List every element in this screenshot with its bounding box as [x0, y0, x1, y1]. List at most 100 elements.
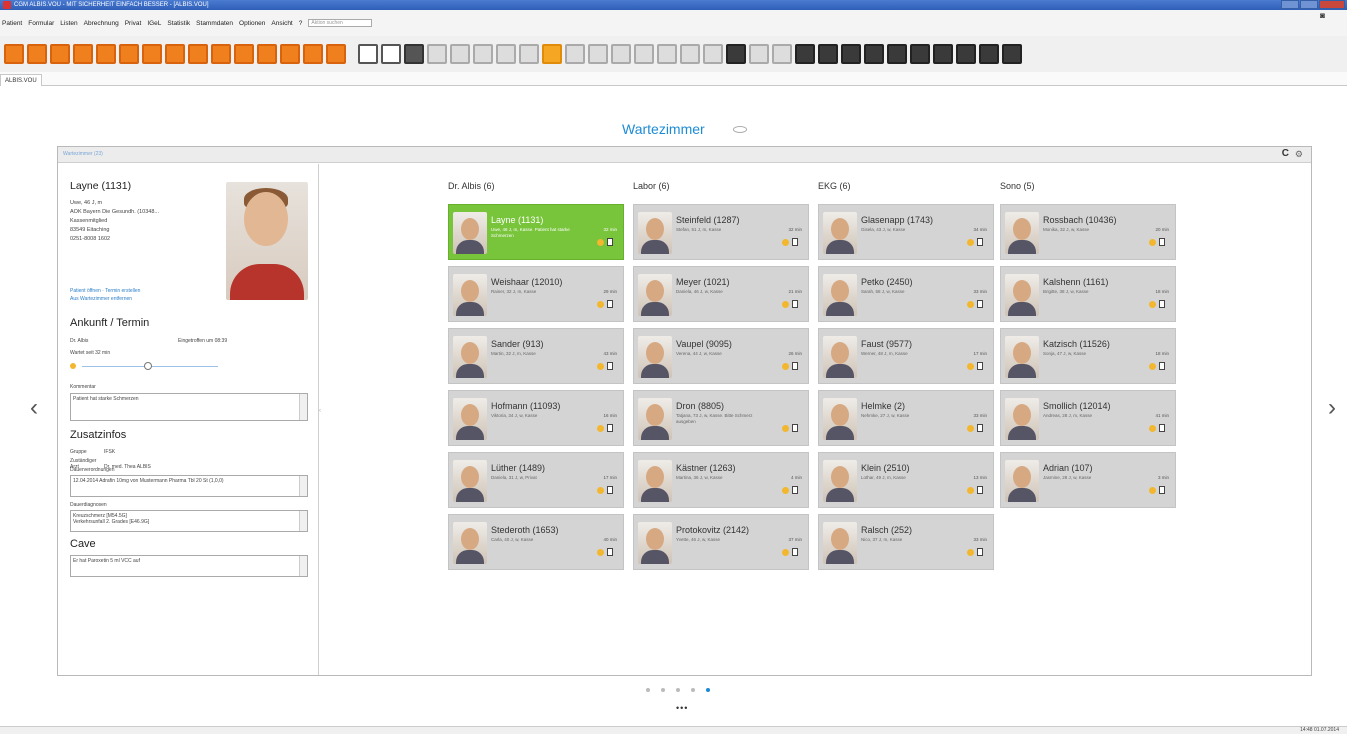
action-search-input[interactable]: Aktion suchen [308, 19, 373, 27]
doc-icon[interactable] [1159, 238, 1165, 246]
grid-icon[interactable] [795, 44, 815, 64]
doc-list-icon[interactable] [50, 44, 70, 64]
doc-icon[interactable] [792, 548, 798, 556]
text-ab-icon[interactable] [565, 44, 585, 64]
form-2-icon[interactable] [473, 44, 493, 64]
window-max-icon[interactable] [404, 44, 424, 64]
form-1-icon[interactable] [450, 44, 470, 64]
patient-card[interactable]: Meyer (1021) Daniela, 46 J, w, Kasse 21 mi… [633, 266, 809, 322]
help-icon[interactable]: ◙ [1320, 11, 1325, 20]
reload-icon[interactable]: C [1282, 148, 1289, 159]
menu-ansicht[interactable]: Ansicht [271, 20, 292, 27]
doc-icon[interactable] [977, 362, 983, 370]
calendar-icon[interactable] [119, 44, 139, 64]
doc-icon[interactable] [977, 486, 983, 494]
printer-icon[interactable] [496, 44, 516, 64]
patient-card[interactable]: Kästner (1263) Martina, 36 J, w, Kasse 4 m… [633, 452, 809, 508]
image-icon[interactable] [864, 44, 884, 64]
patient-card[interactable]: Petko (2450) Sarah, 58 J, w, Kasse 33 min [818, 266, 994, 322]
form-5-icon[interactable] [657, 44, 677, 64]
sheet-icon[interactable] [358, 44, 378, 64]
patient-card[interactable]: Steinfeld (1287) Stefan, 51 J, m, Kasse 32… [633, 204, 809, 260]
wait-slider[interactable] [70, 362, 220, 370]
patient-card[interactable]: Helmke (2) Nehmke, 27 J, w, Kasse 33 min [818, 390, 994, 446]
page-dot[interactable] [646, 688, 650, 692]
menu-privat[interactable]: Privat [125, 20, 142, 27]
patient-card[interactable]: Ralsch (252) Nico, 37 J, m, Kasse 33 min [818, 514, 994, 570]
patient-card[interactable]: Rossbach (10436) Monika, 32 J, w, Kasse 20… [1000, 204, 1176, 260]
doc-icon[interactable] [792, 362, 798, 370]
doc-icon[interactable] [792, 300, 798, 308]
doc-icon[interactable] [977, 424, 983, 432]
patient-card[interactable]: Glasenapp (1743) Gisela, 43 J, w, Kasse 34… [818, 204, 994, 260]
doc-icon[interactable] [792, 238, 798, 246]
db-icon[interactable] [887, 44, 907, 64]
chart-bar-icon[interactable] [280, 44, 300, 64]
pill-icon[interactable] [73, 44, 93, 64]
comment-field[interactable]: Patient hat starke Schmerzen [70, 393, 308, 421]
clock-2-icon[interactable] [841, 44, 861, 64]
patient-card[interactable]: Stederoth (1653) Carla, 40 J, w, Kasse 40 … [448, 514, 624, 570]
doc-icon[interactable] [607, 548, 613, 556]
patient-card[interactable]: Faust (9577) Werner, 48 J, m, Kasse 17 min [818, 328, 994, 384]
gear-icon[interactable]: ⚙ [1295, 149, 1303, 160]
splitter-handle[interactable]: ‹ [319, 408, 321, 414]
patient-card[interactable]: Kalshenn (1161) Brigitte, 38 J, w, Kasse 1… [1000, 266, 1176, 322]
form-9-icon[interactable] [772, 44, 792, 64]
menu-stammdaten[interactable]: Stammdaten [196, 20, 233, 27]
form-6-icon[interactable] [680, 44, 700, 64]
doc-icon[interactable] [1159, 424, 1165, 432]
doc-new-icon[interactable] [4, 44, 24, 64]
doc-icon[interactable] [607, 238, 613, 246]
menu-listen[interactable]: Listen [60, 20, 77, 27]
menu-patient[interactable]: Patient [2, 20, 22, 27]
drop-icon[interactable] [1002, 44, 1022, 64]
open-patient-link[interactable]: Patient öffnen · Termin erstellen [70, 287, 220, 295]
text-a-icon[interactable] [542, 44, 562, 64]
form-10-icon[interactable] [818, 44, 838, 64]
form-4-icon[interactable] [634, 44, 654, 64]
form-3-icon[interactable] [611, 44, 631, 64]
scrollbar[interactable] [299, 556, 307, 576]
doc-icon[interactable] [792, 486, 798, 494]
search-doc-icon[interactable] [519, 44, 539, 64]
patient-card[interactable]: Weishaar (12010) Rainer, 32 J, m, Kasse 29… [448, 266, 624, 322]
menu-formular[interactable]: Formular [28, 20, 54, 27]
dauer-field[interactable]: 12.04.2014 Adrafin 10mg von Mustermann P… [70, 475, 308, 497]
menu-help[interactable]: ? [299, 20, 303, 27]
scrollbar[interactable] [299, 476, 307, 496]
p-card-icon[interactable] [749, 44, 769, 64]
tab-albis-vou[interactable]: ALBIS.VOU [0, 74, 42, 86]
patient-card[interactable]: Hofmann (11093) Viktoria, 34 J, w, Kasse 1… [448, 390, 624, 446]
menu-statistik[interactable]: Statistik [167, 20, 190, 27]
maximize-button[interactable] [1300, 0, 1318, 9]
doc-icon[interactable] [977, 238, 983, 246]
form-8-icon[interactable] [726, 44, 746, 64]
cave-field[interactable]: Er hat Paroxetin 5 ml VCC auf [70, 555, 308, 577]
doc-icon[interactable] [607, 486, 613, 494]
slider-knob[interactable] [144, 362, 152, 370]
doc-icon[interactable] [1159, 300, 1165, 308]
folder-icon[interactable] [27, 44, 47, 64]
crosshair-icon[interactable] [427, 44, 447, 64]
scale-icon[interactable] [96, 44, 116, 64]
doc-icon[interactable] [977, 300, 983, 308]
refresh-icon[interactable] [188, 44, 208, 64]
scrollbar[interactable] [299, 511, 307, 531]
calc-icon[interactable] [257, 44, 277, 64]
doc-icon[interactable] [607, 362, 613, 370]
doc-icon[interactable] [607, 300, 613, 308]
chart-icon[interactable] [234, 44, 254, 64]
form-7-icon[interactable] [703, 44, 723, 64]
page-dot[interactable] [691, 688, 695, 692]
doc-icon[interactable] [1159, 362, 1165, 370]
patient-card[interactable]: Lüther (1489) Daniela, 31 J, w, Privat 17 … [448, 452, 624, 508]
chevron-left-icon[interactable]: ‹ [30, 394, 38, 422]
close-button[interactable] [1319, 0, 1345, 9]
patient-card[interactable]: Protokovitz (2142) Yvette, 46 J, w, Kasse… [633, 514, 809, 570]
patient-card[interactable]: Katzisch (11526) Sonja, 47 J, w, Kasse 18 … [1000, 328, 1176, 384]
scrollbar[interactable] [299, 394, 307, 420]
page-dot[interactable] [661, 688, 665, 692]
patient-card[interactable]: Dron (8805) Tatjana, 73 J, w, Kasse. Bitt… [633, 390, 809, 446]
window-min-icon[interactable] [381, 44, 401, 64]
